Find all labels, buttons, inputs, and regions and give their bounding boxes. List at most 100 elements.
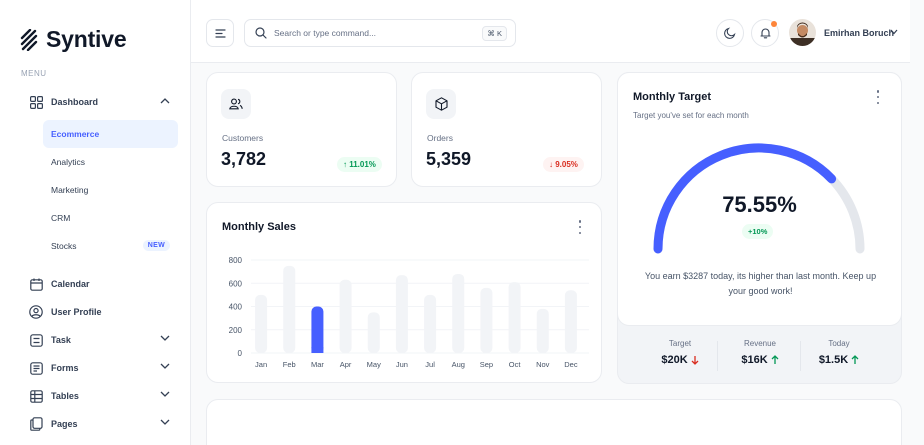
x-tick-label: Aug bbox=[452, 360, 465, 369]
top-header: Search or type command... ⌘ K Emirhan Bo… bbox=[191, 0, 910, 63]
notification-dot bbox=[771, 21, 777, 27]
x-tick-label: Oct bbox=[509, 360, 522, 369]
sidebar-subitem-analytics[interactable]: Analytics bbox=[43, 148, 178, 176]
monthly-target-card: Monthly Target Target you've set for eac… bbox=[617, 72, 902, 326]
y-tick-label: 600 bbox=[229, 279, 243, 288]
bar-aug bbox=[452, 273, 465, 353]
x-tick-label: Dec bbox=[564, 360, 578, 369]
bar-sep bbox=[480, 287, 493, 353]
monthly-target-section: Monthly Target Target you've set for eac… bbox=[617, 72, 902, 384]
user-name[interactable]: Emirhan Boruch bbox=[824, 28, 894, 38]
x-tick-label: Jun bbox=[396, 360, 408, 369]
sidebar-item-label: Tables bbox=[51, 391, 79, 401]
target-change-badge: +10% bbox=[742, 224, 774, 239]
logo-icon bbox=[20, 28, 38, 51]
sidebar-subitem-ecommerce[interactable]: Ecommerce bbox=[43, 120, 178, 148]
bar-mar bbox=[311, 306, 324, 353]
sidebar-subitem-label: CRM bbox=[51, 213, 71, 223]
sidebar-subitem-crm[interactable]: CRM bbox=[43, 204, 178, 232]
sidebar-subitem-label: Stocks bbox=[51, 241, 77, 251]
bar-jan bbox=[255, 294, 268, 353]
new-badge: NEW bbox=[142, 240, 170, 251]
sidebar-item-tables[interactable]: Tables bbox=[20, 382, 180, 410]
sidebar-item-label: Pages bbox=[51, 419, 78, 429]
chevron-down-icon bbox=[160, 335, 170, 341]
stat-value: $20K bbox=[661, 354, 688, 366]
chevron-down-icon[interactable] bbox=[890, 29, 898, 35]
sidebar-item-user-profile[interactable]: User Profile bbox=[20, 298, 180, 326]
sidebar-subitem-label: Analytics bbox=[51, 157, 86, 167]
menu-heading: MENU bbox=[21, 69, 47, 78]
x-tick-label: Sep bbox=[480, 360, 493, 369]
chevron-down-icon bbox=[160, 419, 170, 425]
box-icon bbox=[426, 89, 456, 119]
customers-card: Customers 3,782 ↑ 11.01% bbox=[206, 72, 397, 187]
sidebar-item-label: Calendar bbox=[51, 279, 90, 289]
bar-apr bbox=[339, 279, 352, 353]
monthly-sales-card: Monthly Sales 0 200 400 600 800 Jan Feb Mar Apr M… bbox=[206, 202, 602, 383]
theme-toggle-button[interactable] bbox=[716, 19, 744, 47]
avatar[interactable] bbox=[789, 19, 816, 46]
bell-icon bbox=[759, 28, 771, 39]
y-tick-label: 200 bbox=[229, 326, 243, 335]
forms-icon bbox=[27, 359, 45, 377]
brand-name: Syntive bbox=[46, 26, 127, 52]
customers-change-badge: ↑ 11.01% bbox=[337, 157, 382, 172]
x-tick-label: Jul bbox=[425, 360, 435, 369]
stat-today: Today $1.5K bbox=[792, 339, 886, 366]
pages-icon bbox=[27, 415, 45, 433]
more-options-icon[interactable] bbox=[874, 90, 882, 104]
bar-feb bbox=[283, 265, 296, 353]
sidebar: Syntive MENU Dashboard Ecommerce Analyti… bbox=[0, 0, 191, 445]
target-percent: 75.55% bbox=[722, 192, 797, 217]
chevron-up-icon bbox=[160, 98, 170, 104]
x-tick-label: Apr bbox=[340, 360, 352, 369]
bar-nov bbox=[536, 308, 549, 353]
bar-oct bbox=[508, 282, 521, 353]
sidebar-item-label: User Profile bbox=[51, 307, 102, 317]
y-tick-label: 800 bbox=[229, 256, 243, 265]
arrow-up-icon bbox=[851, 355, 859, 364]
moon-icon bbox=[724, 27, 736, 39]
search-placeholder: Search or type command... bbox=[274, 28, 377, 38]
stat-label: Today bbox=[828, 339, 850, 348]
bar-dec bbox=[564, 290, 577, 353]
sidebar-item-task[interactable]: Task bbox=[20, 326, 180, 354]
customers-label: Customers bbox=[222, 133, 264, 143]
search-icon bbox=[255, 27, 267, 39]
chevron-down-icon bbox=[160, 391, 170, 397]
stat-value: $16K bbox=[741, 354, 768, 366]
statistics-card bbox=[206, 399, 902, 445]
x-tick-label: May bbox=[367, 360, 381, 369]
menu-icon bbox=[214, 28, 226, 38]
notifications-button[interactable] bbox=[751, 19, 779, 47]
sidebar-subitem-marketing[interactable]: Marketing bbox=[43, 176, 178, 204]
sidebar-item-label: Dashboard bbox=[51, 97, 99, 107]
x-tick-label: Feb bbox=[283, 360, 296, 369]
sidebar-item-dashboard[interactable]: Dashboard bbox=[20, 88, 180, 116]
brand-logo[interactable]: Syntive bbox=[20, 26, 127, 53]
sidebar-item-pages[interactable]: Pages bbox=[20, 410, 180, 438]
sidebar-subitem-label: Marketing bbox=[51, 185, 89, 195]
x-tick-label: Jan bbox=[255, 360, 267, 369]
sidebar-subitem-stocks[interactable]: Stocks NEW bbox=[43, 232, 178, 260]
sidebar-item-label: Task bbox=[51, 335, 71, 345]
page-scrollbar-track bbox=[910, 0, 924, 445]
sidebar-item-label: Forms bbox=[51, 363, 79, 373]
sidebar-item-forms[interactable]: Forms bbox=[20, 354, 180, 382]
stat-value: $1.5K bbox=[818, 354, 849, 366]
y-tick-label: 400 bbox=[229, 303, 243, 312]
calendar-icon bbox=[27, 275, 45, 293]
sidebar-nav: Dashboard Ecommerce Analytics Marketing … bbox=[20, 88, 180, 438]
arrow-up-icon bbox=[771, 355, 779, 364]
search-input[interactable]: Search or type command... ⌘ K bbox=[244, 19, 516, 47]
y-tick-label: 0 bbox=[238, 349, 243, 358]
bar-may bbox=[367, 312, 380, 353]
bar-jun bbox=[395, 275, 408, 353]
arrow-down-icon bbox=[691, 356, 699, 365]
sidebar-toggle-button[interactable] bbox=[206, 19, 234, 47]
orders-value: 5,359 bbox=[426, 149, 472, 169]
sidebar-item-calendar[interactable]: Calendar bbox=[20, 270, 180, 298]
monthly-sales-chart: 0 200 400 600 800 Jan Feb Mar Apr May Jun Jul Aug Sep… bbox=[229, 256, 589, 369]
x-tick-label: Mar bbox=[311, 360, 324, 369]
